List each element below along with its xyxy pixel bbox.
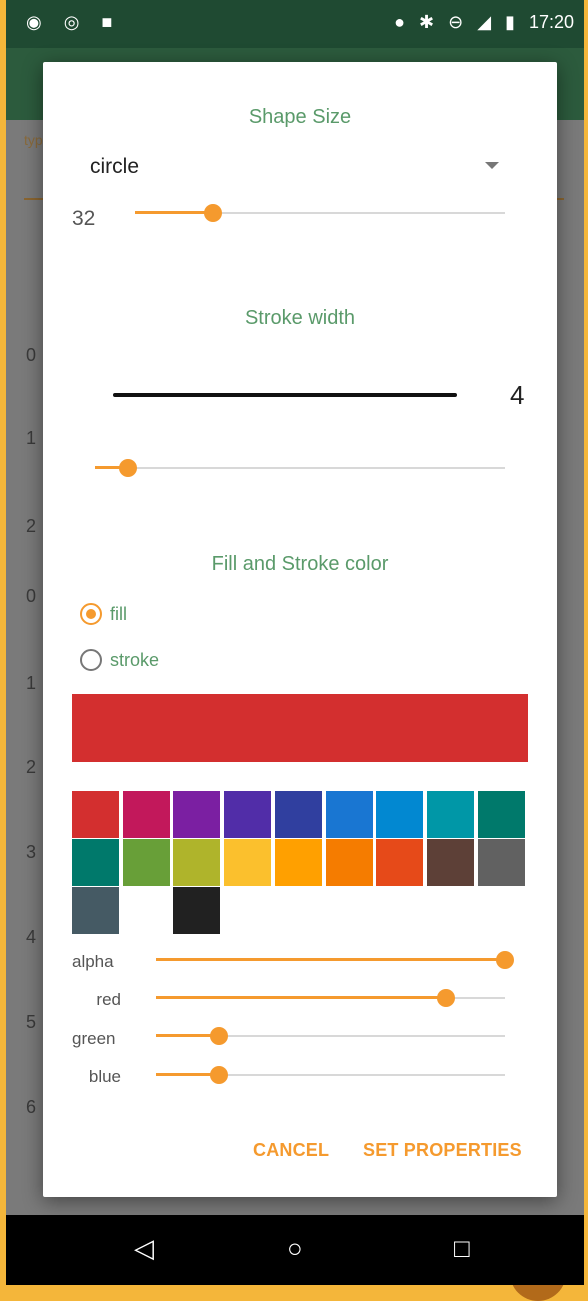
color-swatch[interactable] bbox=[376, 839, 423, 886]
shape-size-title: Shape Size bbox=[248, 106, 352, 128]
row-number: 3 bbox=[26, 842, 37, 862]
stroke-radio[interactable]: stroke bbox=[80, 649, 159, 671]
home-icon[interactable]: ○ bbox=[287, 1233, 303, 1264]
do-not-disturb-icon: ⊖ bbox=[448, 12, 464, 32]
row-number: 2 bbox=[26, 757, 37, 777]
stroke-value: 4 bbox=[510, 380, 525, 410]
row-number: 4 bbox=[26, 927, 37, 947]
fill-radio-label: fill bbox=[110, 603, 127, 624]
red-slider-thumb[interactable] bbox=[437, 989, 455, 1007]
color-swatch[interactable] bbox=[427, 791, 474, 838]
cancel-button[interactable]: CANCEL bbox=[253, 1140, 329, 1161]
color-swatch[interactable] bbox=[173, 887, 220, 934]
color-swatch[interactable] bbox=[224, 839, 271, 886]
row-number: 2 bbox=[26, 516, 37, 536]
dropdown-arrow-icon bbox=[485, 162, 499, 169]
color-swatch[interactable] bbox=[72, 887, 119, 934]
alpha-label: alpha bbox=[72, 952, 114, 971]
alpha-slider[interactable] bbox=[156, 948, 514, 972]
radio-unselected-icon bbox=[80, 649, 102, 671]
android-icon: ■ bbox=[101, 12, 113, 32]
color-swatch[interactable] bbox=[275, 791, 322, 838]
color-swatch[interactable] bbox=[478, 839, 525, 886]
color-swatch[interactable] bbox=[72, 791, 119, 838]
green-slider-thumb[interactable] bbox=[210, 1027, 228, 1045]
color-swatch[interactable] bbox=[326, 791, 373, 838]
stroke-preview-line bbox=[113, 393, 457, 397]
color-title: Fill and Stroke color bbox=[211, 553, 389, 575]
type-label: typ bbox=[24, 132, 43, 148]
color-swatch[interactable] bbox=[173, 791, 220, 838]
frame-right bbox=[584, 0, 588, 1285]
wifi-signal-icon: ◎ bbox=[63, 12, 80, 32]
color-swatch[interactable] bbox=[123, 839, 170, 886]
size-slider[interactable] bbox=[135, 201, 505, 225]
alpha-slider-thumb[interactable] bbox=[496, 951, 514, 969]
color-swatch[interactable] bbox=[173, 839, 220, 886]
green-slider[interactable] bbox=[156, 1024, 505, 1048]
row-number: 1 bbox=[26, 673, 37, 693]
color-swatch[interactable] bbox=[123, 791, 170, 838]
shape-dropdown-value: circle bbox=[90, 155, 140, 178]
size-value: 32 bbox=[72, 207, 96, 230]
fill-radio[interactable]: fill bbox=[80, 603, 127, 625]
row-number: 0 bbox=[26, 345, 37, 365]
stroke-slider[interactable] bbox=[95, 456, 505, 480]
green-label: green bbox=[72, 1029, 116, 1048]
location-icon: ● bbox=[394, 12, 406, 32]
color-swatch[interactable] bbox=[72, 839, 119, 886]
color-swatch[interactable] bbox=[376, 791, 423, 838]
battery-icon: ▮ bbox=[505, 12, 515, 32]
back-icon[interactable]: ◁ bbox=[134, 1233, 154, 1264]
signal-icon: ◢ bbox=[477, 12, 492, 32]
set-properties-button[interactable]: SET PROPERTIES bbox=[363, 1140, 522, 1161]
status-bar: ◉ ◎ ■ ● ✱ ⊖ ◢ ▮ 17:20 bbox=[6, 0, 584, 48]
stroke-slider-thumb[interactable] bbox=[119, 459, 137, 477]
color-swatch[interactable] bbox=[478, 791, 525, 838]
blue-label: blue bbox=[88, 1067, 121, 1086]
row-number: 1 bbox=[26, 428, 37, 448]
red-slider[interactable] bbox=[156, 986, 505, 1010]
blue-slider[interactable] bbox=[156, 1063, 505, 1087]
recents-icon[interactable]: □ bbox=[454, 1233, 470, 1264]
radio-selected-icon bbox=[80, 603, 102, 625]
frame-corner bbox=[0, 1245, 6, 1285]
row-number: 5 bbox=[26, 1012, 37, 1032]
stroke-width-title: Stroke width bbox=[244, 307, 356, 329]
navigation-bar: ◁ ○ □ bbox=[6, 1215, 584, 1285]
status-time: 17:20 bbox=[528, 12, 574, 32]
color-swatch[interactable] bbox=[326, 839, 373, 886]
bluetooth-icon: ✱ bbox=[419, 12, 435, 32]
blue-slider-thumb[interactable] bbox=[210, 1066, 228, 1084]
color-preview bbox=[72, 694, 528, 762]
properties-dialog: Shape Size circle 32 Stroke width 4 Fill… bbox=[43, 62, 557, 1197]
camera-icon: ◉ bbox=[26, 12, 42, 32]
size-slider-fill bbox=[135, 211, 213, 214]
row-number: 0 bbox=[26, 586, 37, 606]
color-swatch[interactable] bbox=[224, 791, 271, 838]
color-swatch[interactable] bbox=[275, 839, 322, 886]
row-number: 6 bbox=[26, 1097, 37, 1117]
stroke-radio-label: stroke bbox=[110, 649, 160, 670]
color-swatch[interactable] bbox=[427, 839, 474, 886]
size-slider-thumb[interactable] bbox=[204, 204, 222, 222]
red-label: red bbox=[96, 990, 121, 1009]
